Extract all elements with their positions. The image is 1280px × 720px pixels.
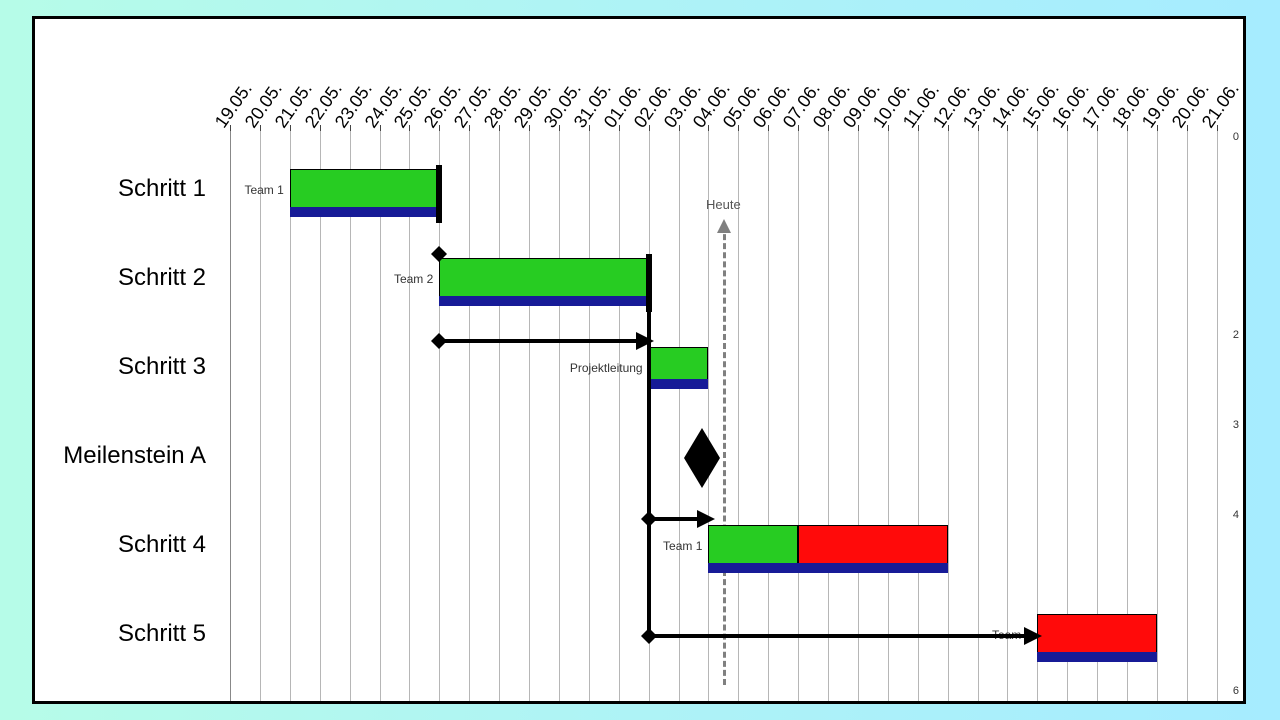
gridline	[708, 131, 709, 701]
gridline	[948, 131, 949, 701]
row-label: Schritt 3	[35, 353, 206, 381]
resource-label: Team 1	[244, 183, 283, 197]
connector-diamond-icon	[431, 246, 447, 262]
gridline	[260, 131, 261, 701]
bar-plan	[290, 207, 440, 217]
connector-line	[649, 634, 1028, 638]
gridline	[499, 131, 500, 701]
connector-line	[649, 517, 701, 521]
connector-arrow-icon	[1024, 627, 1042, 645]
axis-number: 4	[1233, 509, 1239, 521]
bar-plan	[439, 296, 648, 306]
gridline	[978, 131, 979, 701]
today-arrow-icon	[717, 219, 731, 233]
bar-plan	[649, 379, 709, 389]
gridline	[858, 131, 859, 701]
row-label: Schritt 2	[35, 264, 206, 292]
gantt-plot: 19.05.20.05.21.05.22.05.23.05.24.05.25.0…	[35, 19, 1243, 701]
axis-number: 0	[1233, 131, 1239, 143]
gridline	[589, 131, 590, 701]
bar-done	[439, 258, 648, 298]
row-label: Schritt 5	[35, 620, 206, 648]
row-label: Schritt 1	[35, 175, 206, 203]
gridline	[469, 131, 470, 701]
bar-endcap	[436, 165, 442, 223]
axis-number: 2	[1233, 329, 1239, 341]
connector-line	[647, 308, 651, 636]
gridline	[918, 131, 919, 701]
gridline	[679, 131, 680, 701]
connector-arrow-icon	[636, 332, 654, 350]
resource-label: Team 1	[663, 539, 702, 553]
gridline	[619, 131, 620, 701]
bar-remaining	[1037, 614, 1157, 654]
gridline	[768, 131, 769, 701]
bar-done	[649, 347, 709, 381]
gridline	[1157, 131, 1158, 701]
gridline	[798, 131, 799, 701]
gridline	[738, 131, 739, 701]
axis-number: 6	[1233, 685, 1239, 697]
gridline	[828, 131, 829, 701]
row-label: Meilenstein A	[35, 442, 206, 470]
resource-label: Team 2	[394, 272, 433, 286]
milestone-diamond-icon	[680, 426, 724, 490]
bar-done	[708, 525, 798, 565]
gridline	[1187, 131, 1188, 701]
gantt-canvas: 19.05.20.05.21.05.22.05.23.05.24.05.25.0…	[32, 16, 1246, 704]
connector-arrow-icon	[697, 510, 715, 528]
bar-endcap	[646, 254, 652, 312]
connector-line	[439, 339, 638, 343]
gridline	[559, 131, 560, 701]
bar-plan	[708, 563, 947, 573]
today-label: Heute	[706, 197, 741, 212]
gridline	[1217, 131, 1218, 701]
bar-done	[290, 169, 440, 209]
row-label: Schritt 4	[35, 531, 206, 559]
resource-label: Projektleitung	[570, 361, 643, 375]
gridline	[529, 131, 530, 701]
bar-plan	[1037, 652, 1157, 662]
gridline	[888, 131, 889, 701]
gridline	[1007, 131, 1008, 701]
axis-number: 3	[1233, 419, 1239, 431]
bar-remaining	[798, 525, 948, 565]
axis-left	[230, 131, 231, 701]
